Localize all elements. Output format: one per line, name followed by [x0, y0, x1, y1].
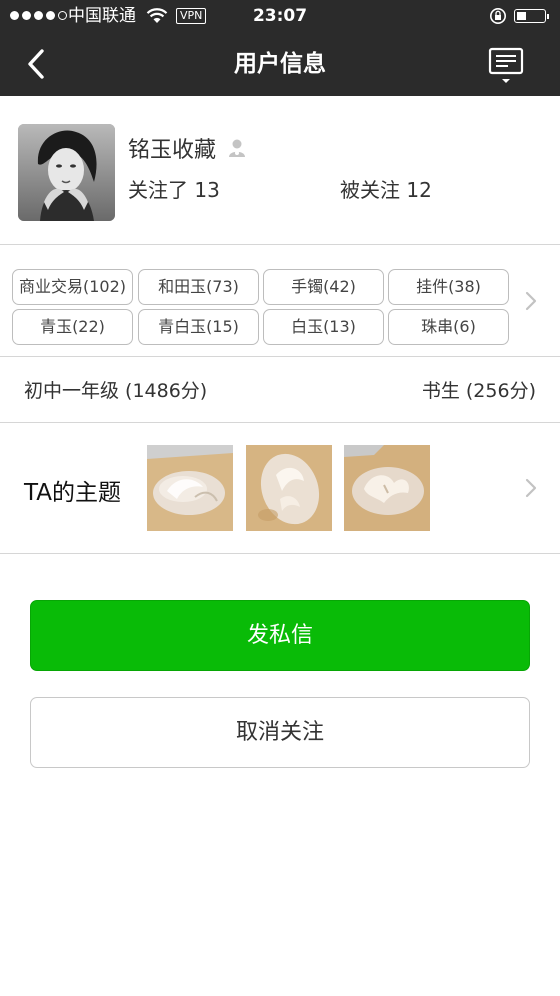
tags-more-chevron-icon[interactable]: [524, 290, 538, 312]
avatar[interactable]: [18, 124, 115, 221]
tag-chip[interactable]: 和田玉(73): [138, 269, 259, 305]
tag-chip[interactable]: 白玉(13): [263, 309, 384, 345]
page-title: 用户信息: [234, 51, 326, 77]
divider: [0, 356, 560, 357]
send-message-button[interactable]: 发私信: [30, 600, 530, 671]
tag-chip[interactable]: 青玉(22): [12, 309, 133, 345]
nav-bar: 用户信息: [0, 32, 560, 96]
topic-thumbnail[interactable]: [344, 445, 430, 531]
topic-thumbnail[interactable]: [246, 445, 332, 531]
unfollow-button[interactable]: 取消关注: [30, 697, 530, 768]
status-time: 23:07: [252, 6, 308, 26]
followers-count[interactable]: 被关注 12: [340, 174, 432, 203]
user-topics-row[interactable]: TA的主题: [0, 423, 560, 553]
title-level: 书生 (256分): [421, 380, 536, 402]
avatar-photo: [18, 124, 115, 221]
tag-chip[interactable]: 珠串(6): [388, 309, 509, 345]
top-bar: 中国联通 VPN 23:07 用户信息: [0, 0, 560, 96]
divider: [0, 553, 560, 554]
grade-level: 初中一年级 (1486分): [24, 380, 208, 402]
message-list-icon[interactable]: [486, 46, 526, 86]
tag-chip[interactable]: 手镯(42): [263, 269, 384, 305]
topics-chevron-icon[interactable]: [524, 477, 538, 499]
tag-chip[interactable]: 商业交易(102): [12, 269, 133, 305]
topics-label: TA的主题: [24, 480, 121, 506]
topic-thumbnail[interactable]: [147, 445, 233, 531]
rotation-lock-icon: [490, 8, 506, 24]
user-badge-icon: [229, 139, 245, 157]
tag-chip[interactable]: 青白玉(15): [138, 309, 259, 345]
profile-header: 铭玉收藏 关注了 13 被关注 12: [0, 96, 560, 244]
status-bar: 中国联通 VPN 23:07: [0, 0, 560, 32]
following-count[interactable]: 关注了 13: [128, 174, 220, 203]
tag-chip[interactable]: 挂件(38): [388, 269, 509, 305]
battery-icon: [514, 9, 549, 23]
username: 铭玉收藏: [128, 138, 217, 163]
tag-list: 商业交易(102) 和田玉(73) 手镯(42) 挂件(38) 青玉(22) 青…: [0, 245, 560, 355]
